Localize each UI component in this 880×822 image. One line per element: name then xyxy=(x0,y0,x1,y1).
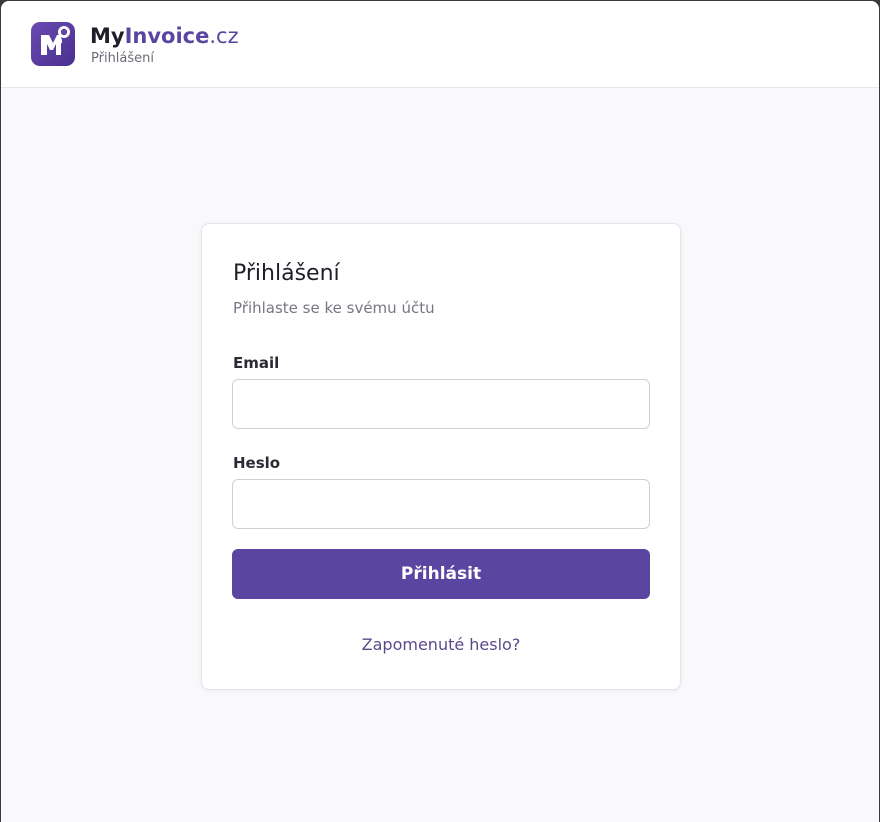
login-button[interactable]: Přihlásit xyxy=(232,549,650,599)
top-header: MyInvoice.cz Přihlášení xyxy=(1,1,879,88)
email-field[interactable] xyxy=(232,379,650,429)
login-title: Přihlášení xyxy=(233,261,340,286)
forgot-password-link[interactable]: Zapomenuté heslo? xyxy=(202,634,680,656)
login-subtitle: Přihlaste se ke svému účtu xyxy=(233,299,435,317)
brand-my: My xyxy=(90,24,125,48)
brand-tld: .cz xyxy=(209,24,239,48)
myinvoice-logo-icon[interactable] xyxy=(31,22,75,66)
brand-invoice: Invoice xyxy=(124,24,210,48)
email-label: Email xyxy=(233,354,280,372)
login-card: Přihlášení Přihlaste se ke svému účtu Em… xyxy=(201,223,681,690)
password-label: Heslo xyxy=(233,454,281,472)
brand-name: MyInvoice.cz xyxy=(90,22,239,50)
password-field[interactable] xyxy=(232,479,650,529)
header-subtitle: Přihlášení xyxy=(91,51,155,66)
app-window: MyInvoice.cz Přihlášení Přihlášení Přihl… xyxy=(1,1,879,822)
